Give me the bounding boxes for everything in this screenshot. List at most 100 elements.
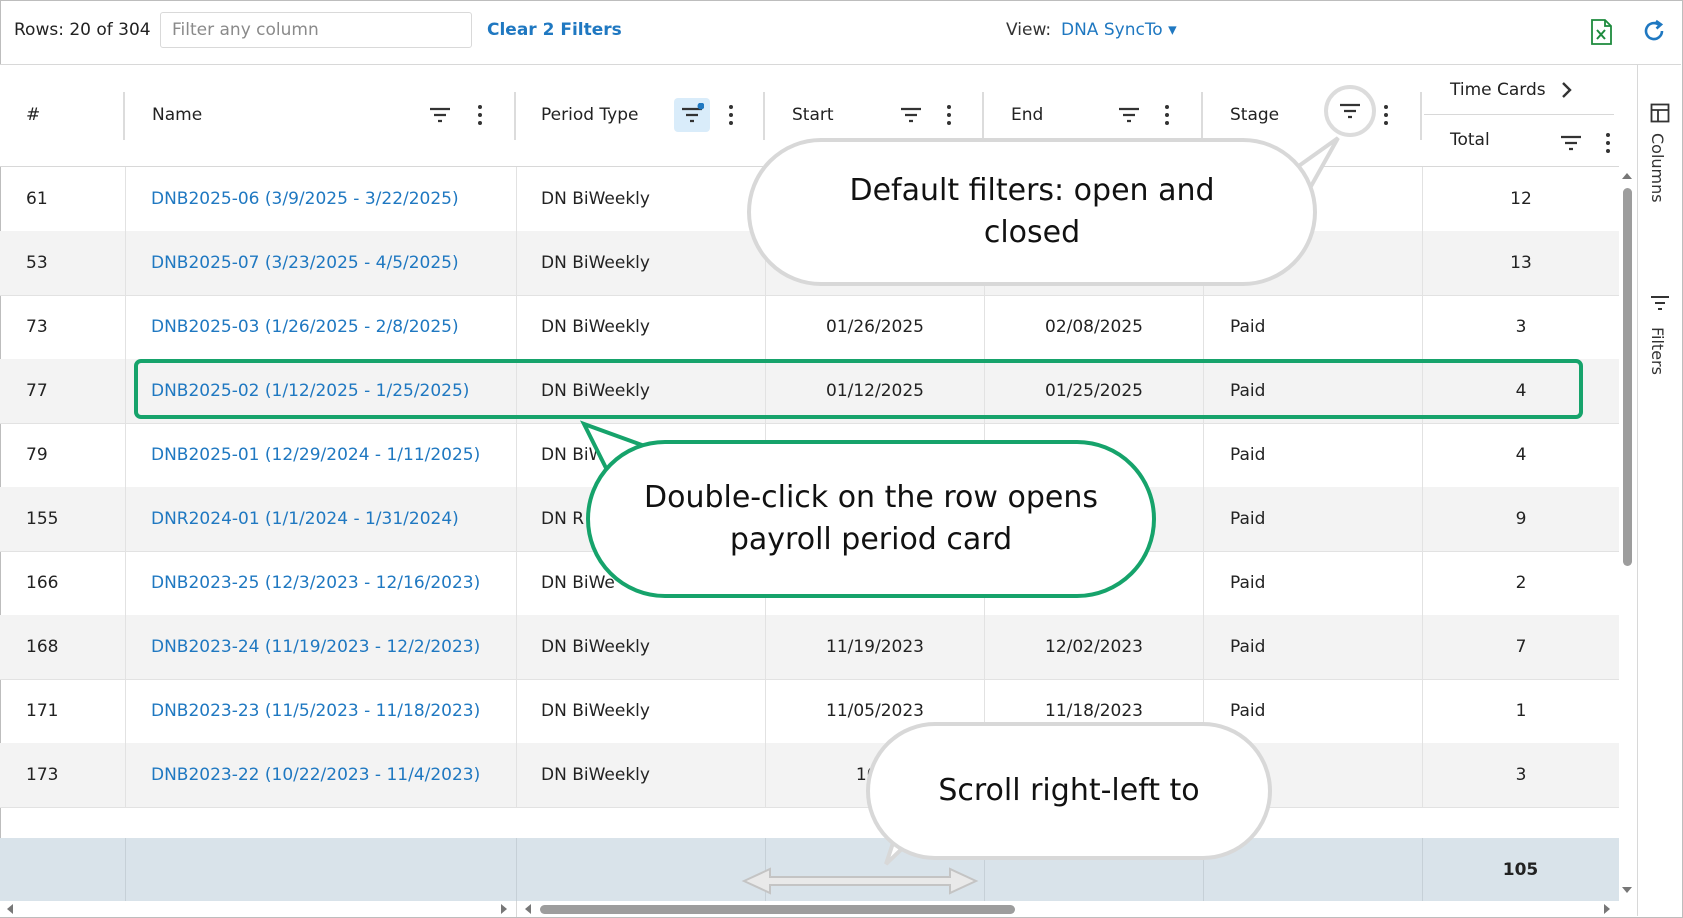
rows-count: Rows: 20 of 304 bbox=[14, 20, 151, 40]
cell-period-type: DN BiWeekly bbox=[541, 765, 650, 785]
cell-total: 1 bbox=[1515, 701, 1527, 721]
cell-num: 79 bbox=[26, 445, 48, 465]
filters-tab-label: Filters bbox=[1648, 327, 1667, 375]
period-name-link[interactable]: DNB2025-03 (1/26/2025 - 2/8/2025) bbox=[151, 295, 511, 359]
period-name-link[interactable]: DNB2023-23 (11/5/2023 - 11/18/2023) bbox=[151, 679, 511, 743]
scroll-right-arrow-icon[interactable] bbox=[500, 904, 508, 914]
name-filter-icon[interactable] bbox=[428, 103, 452, 127]
col-separator bbox=[516, 487, 517, 551]
period-type-filter-icon[interactable] bbox=[680, 103, 704, 127]
period-name-link[interactable]: DNB2025-06 (3/9/2025 - 3/22/2025) bbox=[151, 167, 511, 231]
cell-end: 12/02/2023 bbox=[1045, 637, 1143, 657]
col-separator bbox=[1203, 615, 1204, 679]
callout-text: Default filters: open and bbox=[849, 173, 1215, 208]
scroll-left-arrow-icon[interactable] bbox=[6, 904, 14, 914]
cell-start: 11/19/2023 bbox=[826, 637, 924, 657]
header-time-cards-group[interactable]: Time Cards bbox=[1450, 65, 1610, 115]
header-num[interactable]: # bbox=[26, 65, 116, 166]
refresh-icon[interactable] bbox=[1641, 18, 1667, 44]
cell-num: 73 bbox=[26, 317, 48, 337]
total-filter-icon[interactable] bbox=[1559, 131, 1583, 155]
start-filter-icon[interactable] bbox=[899, 103, 923, 127]
col-separator bbox=[516, 838, 517, 901]
header-name[interactable]: Name bbox=[152, 65, 512, 166]
end-menu-icon[interactable] bbox=[1162, 103, 1172, 127]
filter-any-column-input[interactable] bbox=[160, 12, 472, 48]
period-name-link[interactable]: DNR2024-01 (1/1/2024 - 1/31/2024) bbox=[151, 487, 511, 551]
scrollbar-divider bbox=[516, 901, 517, 917]
cell-num: 77 bbox=[26, 381, 48, 401]
col-separator bbox=[516, 423, 517, 487]
scroll-right-arrow-icon[interactable] bbox=[1603, 904, 1611, 914]
table-row[interactable]: 173 DNB2023-22 (10/22/2023 - 11/4/2023) DN… bbox=[0, 743, 1619, 808]
cell-total: 12 bbox=[1510, 189, 1532, 209]
horizontal-scroll-thumb[interactable] bbox=[540, 905, 1015, 914]
table-row[interactable]: 73 DNB2025-03 (1/26/2025 - 2/8/2025) DN Bi… bbox=[0, 295, 1619, 360]
cell-period-type: DN BiWeekly bbox=[541, 189, 650, 209]
cell-stage: Paid bbox=[1230, 317, 1266, 337]
cell-period-type: DN BiWeekly bbox=[541, 317, 650, 337]
filter-icon bbox=[1651, 296, 1669, 310]
view-select[interactable]: DNA SyncTo ▾ bbox=[1061, 20, 1177, 40]
stage-menu-icon[interactable] bbox=[1381, 103, 1391, 127]
scroll-left-arrow-icon[interactable] bbox=[524, 904, 532, 914]
cell-num: 61 bbox=[26, 189, 48, 209]
scroll-up-arrow-icon[interactable] bbox=[1622, 172, 1632, 180]
header-separator[interactable] bbox=[982, 92, 984, 140]
header-total[interactable]: Total bbox=[1450, 115, 1550, 165]
period-name-link[interactable]: DNB2023-22 (10/22/2023 - 11/4/2023) bbox=[151, 743, 511, 807]
filters-tab[interactable]: Filters bbox=[1638, 293, 1682, 403]
header-separator[interactable] bbox=[1420, 92, 1422, 140]
footer-total-value: 105 bbox=[1502, 860, 1539, 880]
col-separator bbox=[516, 615, 517, 679]
period-name-link[interactable]: DNB2025-01 (12/29/2024 - 1/11/2025) bbox=[151, 423, 511, 487]
col-separator bbox=[125, 487, 126, 551]
cell-period-type: DN BiWeekly bbox=[541, 637, 650, 657]
name-menu-icon[interactable] bbox=[475, 103, 485, 127]
col-separator bbox=[125, 231, 126, 295]
period-name-link[interactable]: DNB2025-07 (3/23/2025 - 4/5/2025) bbox=[151, 231, 511, 295]
clear-filters-link[interactable]: Clear 2 Filters bbox=[487, 20, 622, 40]
period-name-link[interactable]: DNB2023-25 (12/3/2023 - 12/16/2023) bbox=[151, 551, 511, 615]
vertical-scrollbar[interactable] bbox=[1619, 166, 1635, 901]
start-menu-icon[interactable] bbox=[944, 103, 954, 127]
chevron-right-icon[interactable] bbox=[1560, 80, 1574, 100]
total-menu-icon[interactable] bbox=[1603, 131, 1613, 155]
double-arrow-icon bbox=[741, 867, 979, 895]
col-separator bbox=[125, 423, 126, 487]
period-name-link[interactable]: DNB2023-24 (11/19/2023 - 12/2/2023) bbox=[151, 615, 511, 679]
excel-export-icon[interactable] bbox=[1590, 19, 1612, 45]
columns-tab[interactable]: Columns bbox=[1638, 103, 1682, 233]
cell-total: 13 bbox=[1510, 253, 1532, 273]
scroll-down-arrow-icon[interactable] bbox=[1622, 886, 1632, 894]
table-row[interactable]: 168 DNB2023-24 (11/19/2023 - 12/2/2023) DN… bbox=[0, 615, 1619, 680]
header-separator[interactable] bbox=[1201, 92, 1203, 140]
stage-filter-icon[interactable] bbox=[1338, 99, 1362, 123]
columns-tab-label: Columns bbox=[1648, 133, 1667, 203]
col-separator bbox=[125, 295, 126, 359]
vertical-scroll-thumb[interactable] bbox=[1623, 188, 1632, 566]
table-row[interactable]: 171 DNB2023-23 (11/5/2023 - 11/18/2023) DN… bbox=[0, 679, 1619, 744]
col-separator bbox=[125, 679, 126, 743]
cell-total: 3 bbox=[1515, 317, 1527, 337]
cell-num: 168 bbox=[26, 637, 59, 657]
col-separator bbox=[125, 551, 126, 615]
cell-end: 02/08/2025 bbox=[1045, 317, 1143, 337]
callout-text: Scroll right-left to bbox=[938, 773, 1200, 808]
col-separator bbox=[516, 679, 517, 743]
cell-total: 4 bbox=[1515, 445, 1527, 465]
header-separator[interactable] bbox=[763, 92, 765, 140]
cell-total: 7 bbox=[1515, 637, 1527, 657]
cell-num: 173 bbox=[26, 765, 59, 785]
header-period-type[interactable]: Period Type bbox=[541, 65, 741, 166]
horizontal-scrollbar[interactable] bbox=[0, 901, 1619, 917]
header-separator[interactable] bbox=[123, 92, 125, 140]
cell-stage: Paid bbox=[1230, 509, 1266, 529]
view-label: View: bbox=[1006, 20, 1052, 40]
period-type-menu-icon[interactable] bbox=[726, 103, 736, 127]
cell-total: 3 bbox=[1515, 765, 1527, 785]
end-filter-icon[interactable] bbox=[1117, 103, 1141, 127]
header-separator[interactable] bbox=[514, 92, 516, 140]
callout-text: Double-click on the row opens bbox=[644, 480, 1098, 515]
col-separator bbox=[125, 743, 126, 807]
